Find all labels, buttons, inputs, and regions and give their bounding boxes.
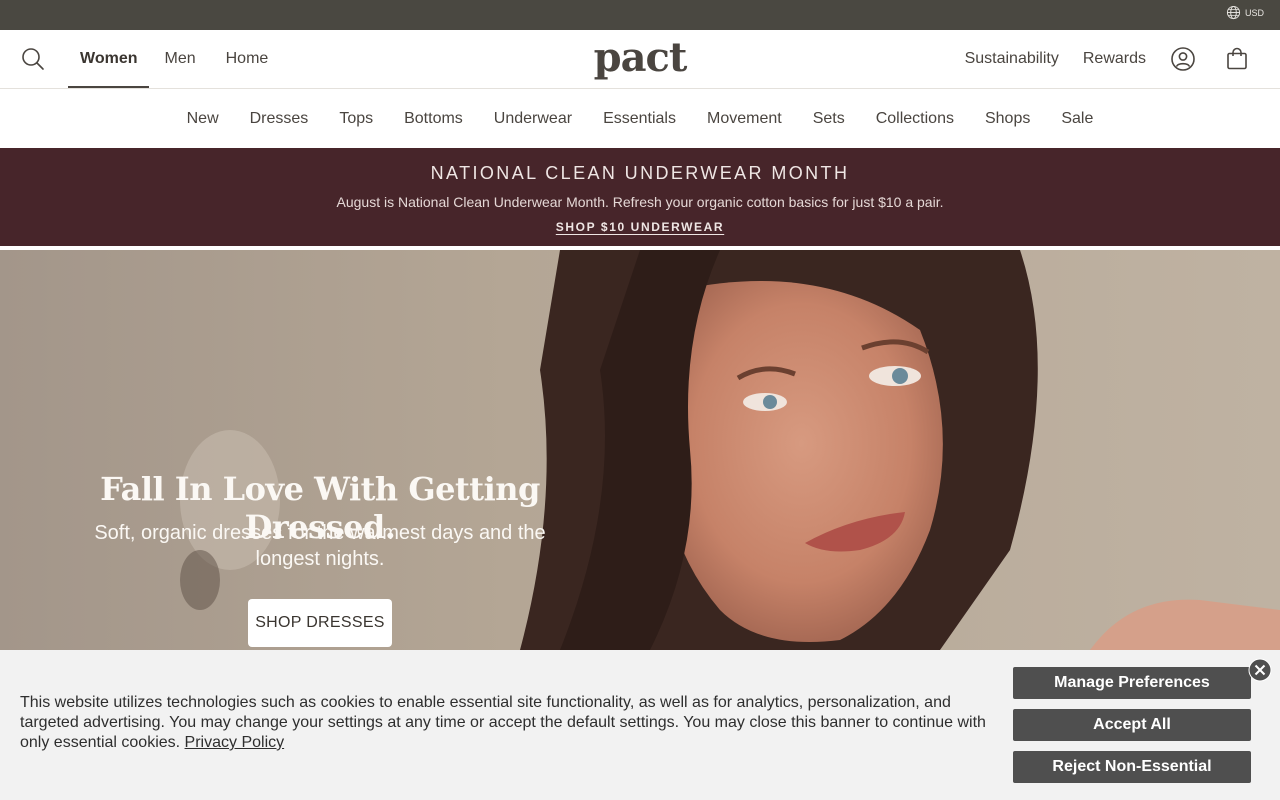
category-nav: New Dresses Tops Bottoms Underwear Essen… [0, 89, 1280, 148]
category-movement[interactable]: Movement [691, 110, 797, 128]
account-button[interactable] [1170, 46, 1196, 72]
tab-women[interactable]: Women [68, 30, 150, 88]
category-collections[interactable]: Collections [860, 110, 969, 128]
cookie-banner: This website utilizes technologies such … [0, 650, 1280, 800]
account-icon [1171, 47, 1195, 71]
main-header: Women Men Home pact Sustainability Rewar… [0, 30, 1280, 89]
manage-preferences-button[interactable]: Manage Preferences [1013, 667, 1251, 699]
shop-dresses-button[interactable]: SHOP DRESSES [248, 599, 392, 647]
category-essentials[interactable]: Essentials [588, 110, 692, 128]
category-shops[interactable]: Shops [969, 110, 1045, 128]
hero-image [0, 250, 1280, 650]
category-new[interactable]: New [171, 110, 234, 128]
tab-home[interactable]: Home [211, 30, 284, 88]
cookie-close-button[interactable] [1248, 658, 1272, 682]
gender-nav: Women Men Home [68, 30, 283, 88]
promo-text: August is National Clean Underwear Month… [336, 194, 944, 210]
account-nav: Sustainability Rewards [965, 30, 1250, 88]
category-sets[interactable]: Sets [797, 110, 860, 128]
brand-logo[interactable]: pact [590, 36, 690, 80]
globe-icon [1226, 5, 1241, 20]
cart-icon [1227, 47, 1247, 70]
search-button[interactable] [20, 46, 46, 72]
cookie-message: This website utilizes technologies such … [20, 693, 995, 753]
promo-shop-link[interactable]: SHOP $10 UNDERWEAR [556, 220, 724, 234]
reject-non-essential-button[interactable]: Reject Non-Essential [1013, 751, 1251, 783]
promo-title: NATIONAL CLEAN UNDERWEAR MONTH [430, 163, 850, 183]
utility-bar: USD [0, 0, 1280, 30]
currency-label: USD [1244, 7, 1264, 18]
hero-subtitle: Soft, organic dresses for the warmest da… [94, 522, 546, 570]
cart-button[interactable] [1224, 46, 1250, 72]
category-underwear[interactable]: Underwear [478, 110, 587, 128]
privacy-policy-link[interactable]: Privacy Policy [185, 734, 285, 751]
category-sale[interactable]: Sale [1046, 110, 1109, 128]
hero-section: Fall In Love With Getting Dressed. Soft,… [0, 250, 1280, 650]
accept-all-button[interactable]: Accept All [1013, 709, 1251, 741]
promo-banner: NATIONAL CLEAN UNDERWEAR MONTH August is… [0, 148, 1280, 246]
close-icon [1248, 658, 1272, 682]
search-icon [22, 48, 44, 70]
rewards-link[interactable]: Rewards [1083, 50, 1146, 68]
sustainability-link[interactable]: Sustainability [965, 50, 1059, 68]
category-bottoms[interactable]: Bottoms [389, 110, 479, 128]
tab-men[interactable]: Men [149, 30, 210, 88]
category-tops[interactable]: Tops [324, 110, 389, 128]
cookie-text: This website utilizes technologies such … [20, 694, 986, 751]
category-dresses[interactable]: Dresses [234, 110, 324, 128]
currency-selector[interactable]: USD [1226, 5, 1264, 20]
